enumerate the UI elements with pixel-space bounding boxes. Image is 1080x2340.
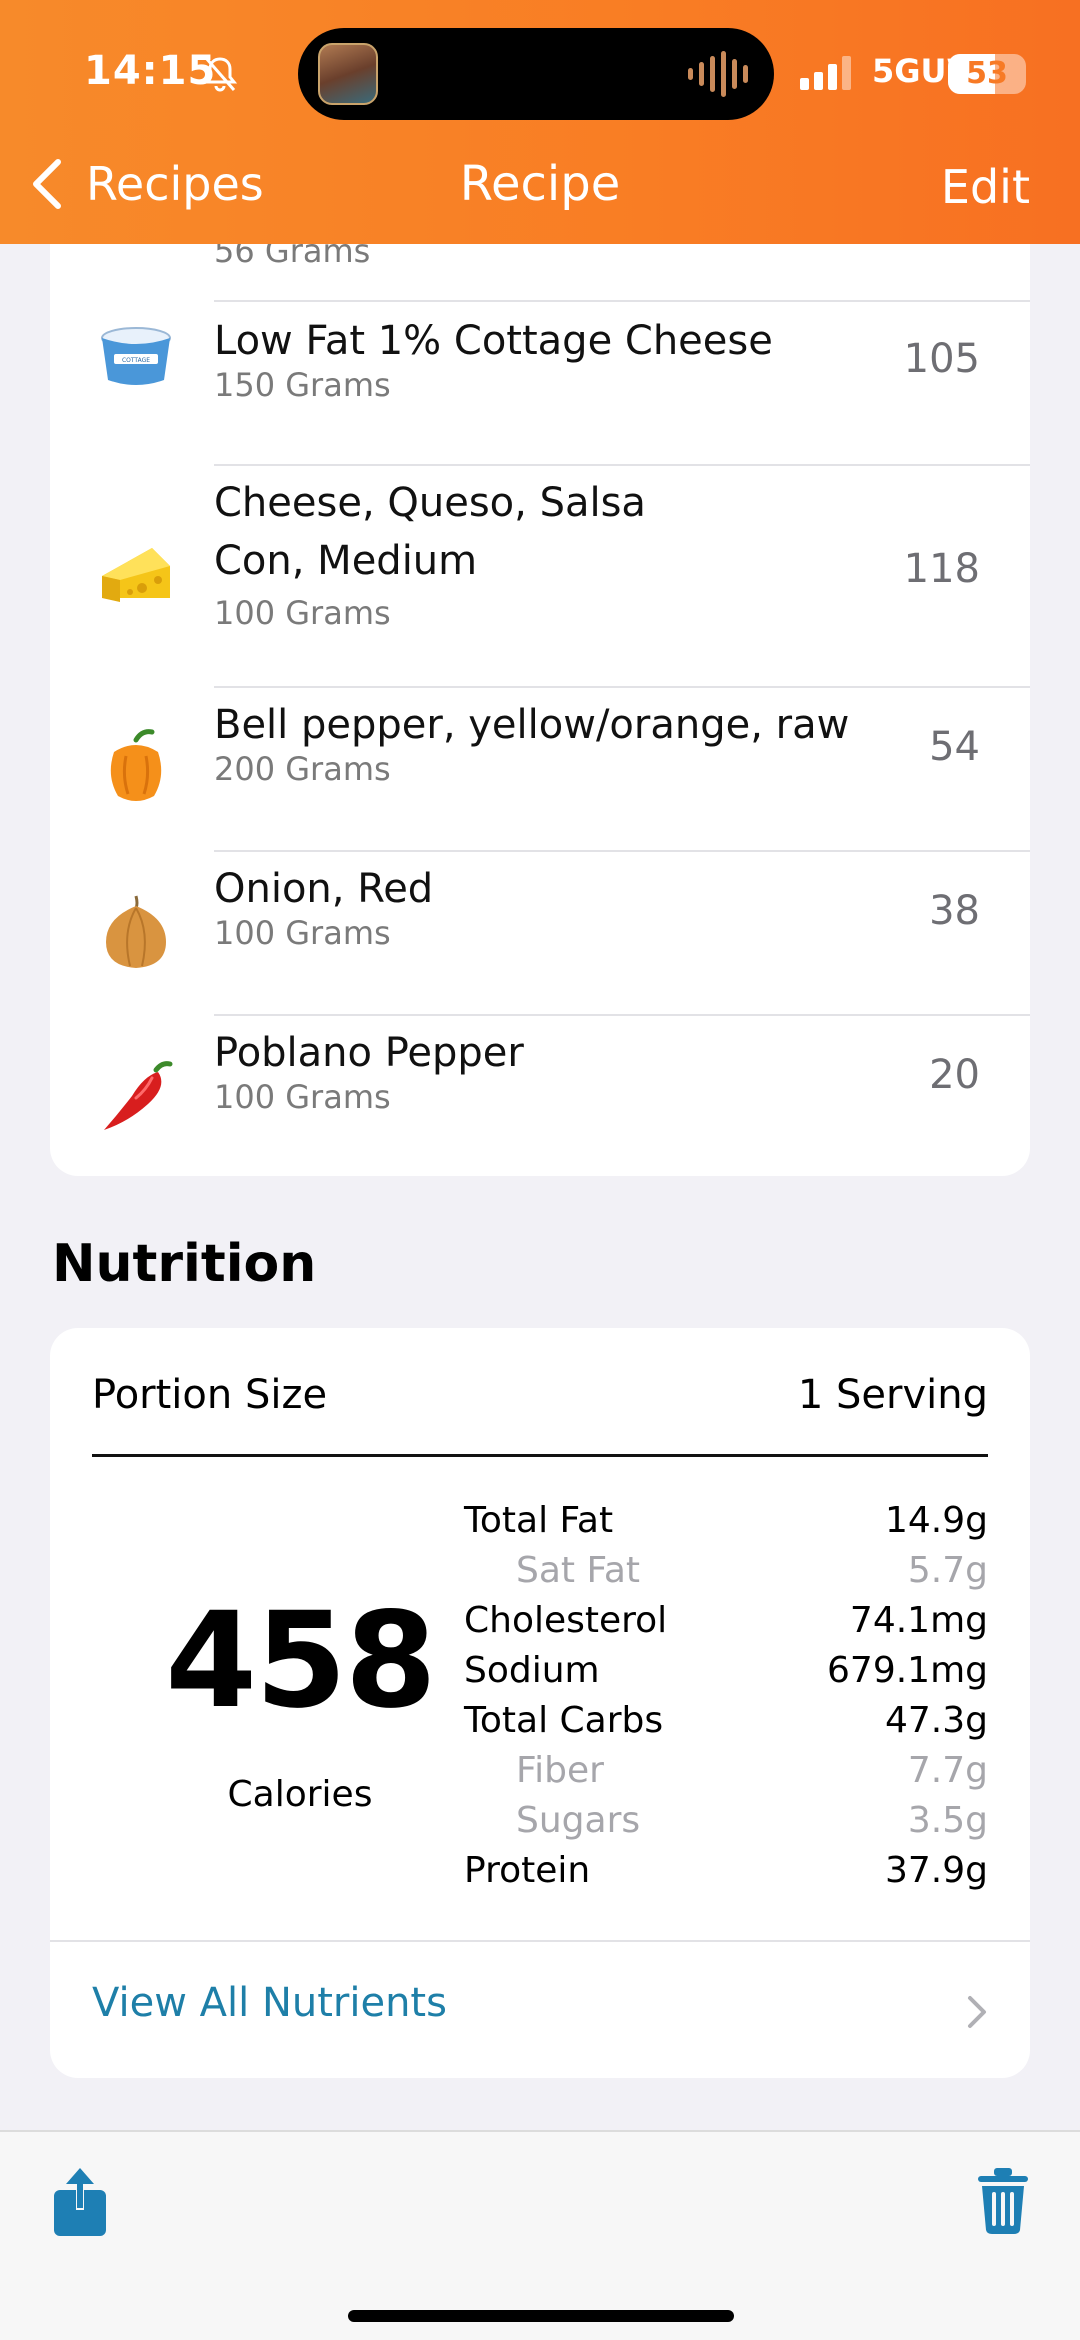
ingredient-calories: 105 bbox=[903, 336, 980, 382]
home-indicator[interactable] bbox=[348, 2310, 734, 2322]
nutrient-label: Total Fat bbox=[464, 1500, 614, 1541]
list-item[interactable]: Bell pepper, yellow/orange, raw 200 Gram… bbox=[50, 686, 1030, 850]
nutrient-value: 14.9g bbox=[884, 1500, 988, 1541]
list-item[interactable]: Cheese, Queso, Salsa Con, Medium 100 Gra… bbox=[50, 464, 1030, 686]
divider bbox=[50, 1940, 1030, 1942]
nutrient-label: Sugars bbox=[516, 1800, 641, 1841]
ingredient-amount: 150 Grams bbox=[214, 366, 391, 404]
nutrient-value: 679.1mg bbox=[827, 1650, 988, 1691]
ingredient-name: Low Fat 1% Cottage Cheese bbox=[214, 318, 773, 364]
cottage-cheese-icon: COTTAGE bbox=[101, 327, 171, 385]
divider bbox=[214, 300, 1030, 302]
nutrient-value: 5.7g bbox=[907, 1550, 988, 1591]
chevron-left-icon bbox=[33, 159, 61, 209]
ingredient-name: Bell pepper, yellow/orange, raw bbox=[214, 702, 850, 748]
ingredient-amount: 200 Grams bbox=[214, 750, 391, 788]
nutrient-label: Total Carbs bbox=[464, 1700, 664, 1741]
divider bbox=[214, 850, 1030, 852]
onion-icon bbox=[106, 895, 166, 968]
ingredient-calories: 20 bbox=[929, 1052, 980, 1098]
divider bbox=[92, 1454, 988, 1457]
portion-size-label: Portion Size bbox=[92, 1372, 328, 1418]
nutrient-row: Protein 37.9g bbox=[464, 1850, 988, 1900]
svg-text:COTTAGE: COTTAGE bbox=[122, 357, 150, 364]
view-all-nutrients-link[interactable]: View All Nutrients bbox=[92, 1980, 447, 2026]
chili-pepper-icon bbox=[104, 1061, 173, 1130]
bell-pepper-icon bbox=[110, 729, 162, 801]
ingredient-calories: 54 bbox=[929, 724, 980, 770]
ingredient-calories: 38 bbox=[929, 888, 980, 934]
signal-icon bbox=[800, 56, 851, 90]
ingredient-amount: 100 Grams bbox=[214, 594, 391, 632]
ingredient-amount: 100 Grams bbox=[214, 1078, 391, 1116]
nutrient-value: 47.3g bbox=[884, 1700, 988, 1741]
nutrient-row: Sat Fat 5.7g bbox=[464, 1550, 988, 1600]
section-title-nutrition: Nutrition bbox=[52, 1234, 317, 1294]
header: 14:15 5GUW 53 Recipes Recipe Edit bbox=[0, 0, 1080, 244]
portion-size-value[interactable]: 1 Serving bbox=[798, 1372, 988, 1418]
ingredient-amount: 100 Grams bbox=[214, 914, 391, 952]
divider bbox=[214, 686, 1030, 688]
cheese-wedge-icon bbox=[102, 548, 170, 602]
status-time: 14:15 bbox=[84, 48, 217, 94]
nutrient-value: 7.7g bbox=[907, 1750, 988, 1791]
nutrient-label: Protein bbox=[464, 1850, 591, 1891]
nutrient-value: 3.5g bbox=[907, 1800, 988, 1841]
dynamic-island[interactable] bbox=[298, 28, 774, 120]
ingredient-name: Poblano Pepper bbox=[214, 1030, 524, 1076]
back-button[interactable]: Recipes bbox=[30, 156, 264, 212]
nutrient-row: Total Fat 14.9g bbox=[464, 1500, 988, 1550]
nutrient-label: Fiber bbox=[516, 1750, 604, 1791]
nutrient-row: Sodium 679.1mg bbox=[464, 1650, 988, 1700]
ingredient-name-line-2: Con, Medium bbox=[214, 538, 478, 584]
nutrient-value: 37.9g bbox=[884, 1850, 988, 1891]
nutrition-card: Portion Size 1 Serving 458 Calories Tota… bbox=[50, 1328, 1030, 2078]
battery-level: 53 bbox=[966, 56, 1008, 91]
ingredient-name: Onion, Red bbox=[214, 866, 434, 912]
divider bbox=[214, 464, 1030, 466]
nutrient-label: Sodium bbox=[464, 1650, 600, 1691]
divider bbox=[214, 1014, 1030, 1016]
list-item[interactable]: Poblano Pepper 100 Grams 20 bbox=[50, 1014, 1030, 1176]
nutrient-list: Total Fat 14.9g Sat Fat 5.7g Cholesterol… bbox=[464, 1500, 988, 1900]
list-item[interactable]: Onion, Red 100 Grams 38 bbox=[50, 850, 1030, 1014]
list-item[interactable]: COTTAGE Low Fat 1% Cottage Cheese 150 Gr… bbox=[50, 300, 1030, 410]
nutrient-row: Fiber 7.7g bbox=[464, 1750, 988, 1800]
ingredient-name-line-1: Cheese, Queso, Salsa bbox=[214, 480, 646, 526]
share-icon[interactable] bbox=[52, 2168, 108, 2238]
nutrient-row: Sugars 3.5g bbox=[464, 1800, 988, 1850]
ingredients-list: 56 Grams COTTAGE Low Fat 1% Cottage Chee… bbox=[50, 180, 1030, 1176]
nutrient-label: Cholesterol bbox=[464, 1600, 668, 1641]
audio-waveform-icon bbox=[688, 50, 748, 98]
nutrient-row: Total Carbs 47.3g bbox=[464, 1700, 988, 1750]
trash-icon[interactable] bbox=[976, 2168, 1030, 2234]
chevron-right-icon[interactable] bbox=[966, 1994, 988, 2030]
nutrient-label: Sat Fat bbox=[516, 1550, 641, 1591]
calories-value: 458 bbox=[165, 1584, 437, 1738]
edit-button[interactable]: Edit bbox=[941, 160, 1030, 214]
back-label: Recipes bbox=[86, 157, 264, 211]
bell-slash-icon bbox=[202, 57, 238, 92]
bottom-toolbar bbox=[0, 2130, 1080, 2340]
now-playing-artwork bbox=[318, 43, 378, 105]
ingredient-calories: 118 bbox=[903, 546, 980, 592]
battery-icon: 53 bbox=[948, 54, 1026, 94]
calories-label: Calories bbox=[227, 1774, 373, 1815]
nutrient-row: Cholesterol 74.1mg bbox=[464, 1600, 988, 1650]
nutrient-value: 74.1mg bbox=[849, 1600, 988, 1641]
